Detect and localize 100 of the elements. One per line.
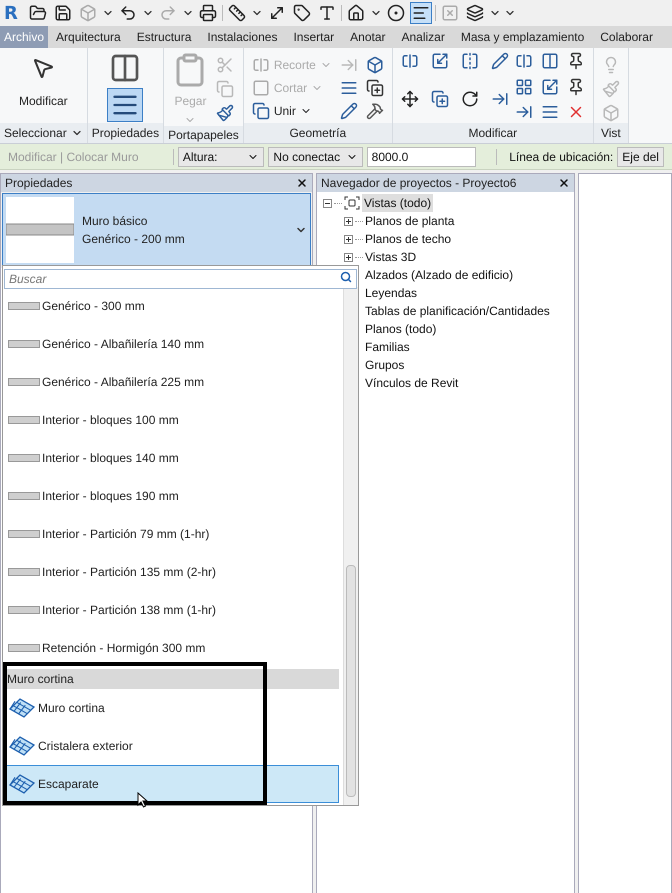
- tree-item[interactable]: Vistas 3D: [363, 248, 418, 266]
- tree-item[interactable]: Planos de planta: [363, 212, 456, 230]
- type-list-item[interactable]: Interior - bloques 140 mm: [3, 439, 339, 477]
- type-list-item[interactable]: Interior - Partición 138 mm (1-hr): [3, 591, 339, 629]
- wall-swatch-icon: [8, 568, 40, 576]
- expand-icon[interactable]: [344, 252, 353, 262]
- context-label: Modificar | Colocar Muro: [8, 148, 140, 166]
- split-gap-icon[interactable]: [540, 52, 559, 70]
- wall-swatch-icon: [8, 378, 40, 386]
- type-list-item[interactable]: Interior - Partición 79 mm (1-hr): [3, 515, 339, 553]
- wall-swatch-icon: [8, 492, 40, 500]
- close-icon[interactable]: [558, 177, 570, 189]
- tree-item[interactable]: Familias: [363, 338, 412, 356]
- ribbon-tab[interactable]: Analizar: [394, 28, 453, 46]
- app-logo[interactable]: R: [4, 0, 24, 26]
- wall-preview-icon: [6, 197, 74, 263]
- panel-label: Geometría: [289, 125, 346, 142]
- cope-icon: [252, 56, 270, 74]
- ruler-icon[interactable]: [226, 2, 248, 24]
- panel-label: Vist: [600, 125, 621, 142]
- type-list-item[interactable]: Interior - Partición 135 mm (2-hr): [3, 553, 339, 591]
- type-list-item[interactable]: Genérico - Albañilería 225 mm: [3, 363, 339, 401]
- thin-lines-icon[interactable]: [410, 2, 432, 24]
- type-list-item[interactable]: Cristalera exterior: [3, 727, 339, 765]
- array-icon[interactable]: [514, 78, 533, 96]
- views-icon: [344, 196, 360, 210]
- close-icon[interactable]: [296, 177, 308, 189]
- print-icon[interactable]: [197, 2, 219, 24]
- tree-item[interactable]: Leyendas: [363, 284, 420, 302]
- split-icon[interactable]: [514, 52, 533, 70]
- type-selector[interactable]: Muro básico Genérico - 200 mm: [2, 193, 311, 267]
- align-icon[interactable]: [400, 52, 419, 70]
- tree-item[interactable]: Alzados (Alzado de edificio): [363, 266, 516, 284]
- cube-icon[interactable]: [366, 56, 384, 74]
- wall-swatch-icon: [8, 606, 40, 614]
- copy-icon[interactable]: [430, 90, 449, 108]
- location-select[interactable]: Eje del: [617, 146, 664, 166]
- collapse-icon[interactable]: [323, 198, 332, 208]
- hammer-icon[interactable]: [366, 102, 384, 120]
- wall-swatch-icon: [8, 340, 40, 348]
- location-label: Línea de ubicación:: [509, 148, 614, 166]
- wall-swatch-icon: [8, 454, 40, 462]
- tag-icon[interactable]: [291, 2, 313, 24]
- ribbon-tab[interactable]: Insertar: [285, 28, 342, 46]
- constraint-select[interactable]: No conectac: [268, 146, 363, 166]
- mirror-draw-icon[interactable]: [490, 52, 509, 70]
- rotate-icon[interactable]: [460, 90, 479, 108]
- modify-button[interactable]: Modificar: [19, 92, 68, 110]
- tree-item[interactable]: Planos de techo: [363, 230, 454, 248]
- switch-windows-icon[interactable]: [464, 2, 486, 24]
- join-icon: [252, 102, 270, 120]
- properties-button[interactable]: [107, 88, 144, 122]
- ribbon-tab[interactable]: Anotar: [342, 28, 394, 46]
- type-list-item[interactable]: Muro cortina: [3, 689, 339, 727]
- ribbon-tab[interactable]: Arquitectura: [48, 28, 129, 46]
- move-icon[interactable]: [400, 90, 419, 108]
- height-input[interactable]: 8000.0: [366, 146, 476, 166]
- type-list-item[interactable]: Retención - Hormigón 300 mm: [3, 629, 339, 667]
- type-list-item[interactable]: Genérico - Albañilería 140 mm: [3, 325, 339, 363]
- curtain-wall-icon: [8, 773, 36, 795]
- type-list-item[interactable]: Interior - bloques 100 mm: [3, 401, 339, 439]
- section-icon[interactable]: [385, 2, 407, 24]
- ribbon-tab[interactable]: Instalaciones: [199, 28, 286, 46]
- brush-icon[interactable]: [216, 104, 234, 122]
- split-face-icon[interactable]: [340, 79, 358, 97]
- tree-item[interactable]: Planos (todo): [363, 320, 438, 338]
- scrollbar[interactable]: [343, 287, 358, 805]
- tree-item[interactable]: Vistas (todo): [362, 194, 434, 212]
- join-icon[interactable]: [366, 79, 384, 97]
- type-properties-icon[interactable]: [109, 52, 142, 84]
- search-icon[interactable]: [340, 271, 352, 283]
- expand-icon[interactable]: [344, 234, 353, 244]
- tree-item[interactable]: Tablas de planificación/Cantidades: [363, 302, 552, 320]
- wall-swatch-icon: [8, 416, 40, 424]
- ribbon-tab[interactable]: Masa y emplazamiento: [452, 28, 592, 46]
- search-field[interactable]: Buscar: [4, 269, 357, 289]
- tree-item[interactable]: Vínculos de Revit: [363, 374, 460, 392]
- wall-swatch-icon: [8, 302, 40, 310]
- ribbon-tab[interactable]: Colaborar: [592, 28, 661, 46]
- offset-icon[interactable]: [430, 52, 449, 70]
- type-list-item[interactable]: Genérico - 300 mm: [3, 287, 339, 325]
- cursor-icon: [31, 56, 56, 80]
- panel-label: Seleccionar: [4, 125, 67, 142]
- height-mode-select[interactable]: Altura:: [178, 146, 264, 166]
- scale-icon[interactable]: [540, 78, 559, 96]
- wall-swatch-icon: [8, 644, 40, 652]
- panel-label: Modificar: [468, 125, 518, 142]
- wall-swatch-icon: [8, 530, 40, 538]
- panel-title: Propiedades: [5, 175, 72, 192]
- tree-item[interactable]: Grupos: [363, 356, 406, 374]
- mirror-axis-icon[interactable]: [460, 52, 479, 70]
- paint-icon[interactable]: [340, 102, 358, 120]
- type-family: Muro básico: [82, 213, 148, 230]
- curtain-wall-icon: [8, 697, 36, 719]
- cut-icon: [252, 79, 270, 97]
- ribbon-tab[interactable]: Estructura: [128, 28, 200, 46]
- geometry-tool-button[interactable]: Unir: [252, 102, 332, 120]
- expand-icon[interactable]: [344, 216, 353, 226]
- type-list-item[interactable]: Interior - bloques 190 mm: [3, 477, 339, 515]
- panel-label: Propiedades: [92, 125, 160, 142]
